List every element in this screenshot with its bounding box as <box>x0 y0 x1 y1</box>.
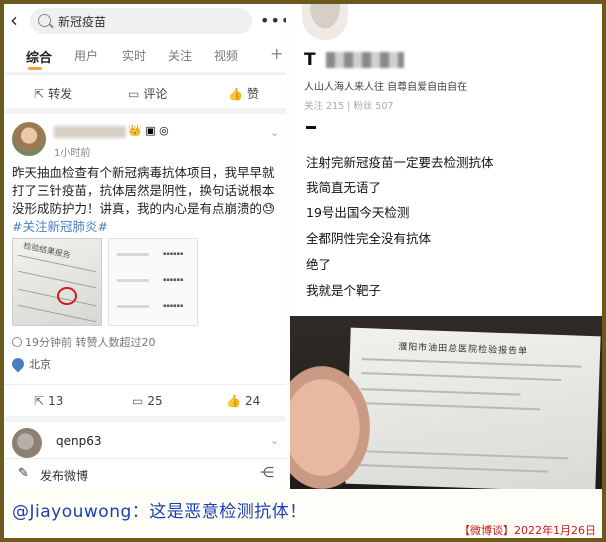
search-tabs: 综合 用户 实时 关注 视频 + <box>4 38 286 72</box>
username-blurred[interactable] <box>54 126 126 138</box>
divider <box>17 270 97 289</box>
tab-users[interactable]: 用户 <box>74 47 98 64</box>
more-options-icon[interactable]: ••• <box>260 11 286 30</box>
location[interactable]: 北京 <box>9 355 51 373</box>
report-row <box>360 388 521 396</box>
post-line: 全都阴性完全没有抗体 <box>306 231 432 246</box>
comment-label: 评论 <box>143 87 168 101</box>
emoji-icon: 😓 <box>262 201 276 216</box>
search-bar: ‹ 新冠疫苗 ••• <box>4 4 286 38</box>
clock-icon <box>12 337 22 347</box>
post-meta: 19分钟前 转赞人数超过20 <box>12 334 156 350</box>
previous-post-actions: ⇱ 转发 ▭ 评论 👍 赞 <box>4 74 286 108</box>
hashtag-link[interactable]: #关注新冠肺炎# <box>12 219 108 234</box>
blurred-line <box>117 305 149 308</box>
like-label: 赞 <box>246 87 259 101</box>
report-row <box>357 464 548 473</box>
report-text-block: ▪▪▪▪▪▪ <box>163 277 184 283</box>
repost-button[interactable]: ⇱ 13 <box>34 394 63 408</box>
follow-stats: 关注 215 | 粉丝 507 <box>304 101 394 112</box>
avatar[interactable] <box>12 122 46 156</box>
back-arrow-icon[interactable]: ‹ <box>10 10 26 30</box>
report-row <box>360 402 541 411</box>
search-query: 新冠疫苗 <box>58 15 107 29</box>
tab-following[interactable]: 关注 <box>168 47 192 64</box>
collage: ‹ 新冠疫苗 ••• 综合 用户 实时 关注 视频 + ⇱转发 ▭评论 👍赞 👑… <box>4 4 602 538</box>
repost-count: 13 <box>48 394 64 408</box>
like-button[interactable]: 👍 赞 <box>228 85 259 102</box>
share-icon[interactable]: ⋲ <box>260 465 274 481</box>
compose-button[interactable]: 发布微博 <box>40 467 88 484</box>
comment-button[interactable]: ▭ 25 <box>132 394 163 408</box>
username[interactable]: qenp63 <box>56 434 102 448</box>
bottom-bar: ✎ 发布微博 ⋲ <box>4 458 286 489</box>
comment-icon: ▭ <box>128 87 140 101</box>
caption-text: @Jiayouwong：这是恶意检测抗体！ <box>12 502 307 522</box>
dash-mark <box>306 126 316 129</box>
chevron-down-icon[interactable]: ⌄ <box>270 126 279 139</box>
image-frame: ‹ 新冠疫苗 ••• 综合 用户 实时 关注 视频 + ⇱转发 ▭评论 👍赞 👑… <box>0 0 606 542</box>
caption-bar: @Jiayouwong：这是恶意检测抗体！ 【微博谈】2022年1月26日 <box>4 489 602 538</box>
user-badges-icon: 👑 ▣ ◎ <box>128 124 169 137</box>
report-row <box>361 358 582 368</box>
repost-icon: ⇱ <box>34 87 45 101</box>
post-line: 注射完新冠疫苗一定要去检测抗体 <box>306 155 494 170</box>
post-body: 昨天抽血检查有个新冠病毒抗体项目，我早早就打了三针疫苗，抗体居然是阴性，换句话说… <box>12 165 275 216</box>
post-image-2[interactable]: ▪▪▪▪▪▪ ▪▪▪▪▪▪ ▪▪▪▪▪▪ <box>108 238 198 326</box>
location-pin-icon <box>9 355 27 373</box>
tab-comprehensive[interactable]: 综合 <box>26 47 52 66</box>
post-meta-text: 19分钟前 转赞人数超过20 <box>25 336 156 349</box>
post-actions: ⇱ 13 ▭ 25 👍 24 <box>4 384 286 416</box>
avatar[interactable] <box>12 428 42 458</box>
blurred-line <box>117 279 149 282</box>
location-text: 北京 <box>29 358 51 371</box>
lab-report-paper: 濮阳市油田总医院检验报告单 <box>345 327 601 489</box>
avatar[interactable] <box>302 4 348 40</box>
left-screenshot: ‹ 新冠疫苗 ••• 综合 用户 实时 关注 视频 + ⇱转发 ▭评论 👍赞 👑… <box>4 4 286 489</box>
tab-realtime[interactable]: 实时 <box>122 47 146 64</box>
thumbs-up-icon: 👍 <box>228 87 243 101</box>
compose-icon[interactable]: ✎ <box>18 466 29 481</box>
report-photo[interactable]: 濮阳市油田总医院检验报告单 <box>290 316 602 489</box>
report-header: 濮阳市油田总医院检验报告单 <box>397 342 529 357</box>
post-line: 绝了 <box>306 257 332 272</box>
post-text: 昨天抽血检查有个新冠病毒抗体项目，我早早就打了三针疫苗，抗体居然是阴性，换句话说… <box>12 164 278 236</box>
comment-icon: ▭ <box>132 394 144 408</box>
username-initial: T <box>304 50 316 70</box>
search-input[interactable]: 新冠疫苗 <box>30 8 252 34</box>
thumbs-up-icon: 👍 <box>226 394 241 408</box>
like-count: 24 <box>244 394 261 408</box>
name-mosaic <box>326 52 404 68</box>
post-image-1[interactable]: 检验结果报告 <box>12 238 102 326</box>
report-row <box>358 450 569 460</box>
repost-label: 转发 <box>48 87 73 101</box>
next-post: qenp63 ⌄ <box>4 422 286 458</box>
repost-icon: ⇱ <box>34 394 45 408</box>
post-time: 1小时前 <box>54 148 91 159</box>
active-tab-indicator <box>28 67 42 70</box>
comment-count: 25 <box>147 394 163 408</box>
comment-button[interactable]: ▭ 评论 <box>128 85 167 102</box>
post-line: 19号出国今天检测 <box>306 205 410 220</box>
tab-video[interactable]: 视频 <box>214 47 238 64</box>
post-line: 我就是个靶子 <box>306 283 382 298</box>
chevron-down-icon[interactable]: ⌄ <box>270 434 279 447</box>
report-text-block: ▪▪▪▪▪▪ <box>163 251 184 257</box>
hand-holding-report <box>290 366 370 489</box>
report-row <box>361 372 562 382</box>
report-text-block: ▪▪▪▪▪▪ <box>163 303 184 309</box>
username-blurred: T <box>304 50 404 70</box>
post-line: 我简直无语了 <box>306 180 382 195</box>
search-icon <box>38 14 51 27</box>
source-credit: 【微博谈】2022年1月26日 <box>459 524 596 537</box>
repost-button[interactable]: ⇱ 转发 <box>34 85 72 102</box>
user-bio: 人山人海人来人往 自尊自爱自由自在 <box>304 82 468 93</box>
blurred-line <box>117 253 149 256</box>
like-button[interactable]: 👍 24 <box>226 394 260 408</box>
add-tab-icon[interactable]: + <box>270 44 283 63</box>
red-circle-highlight <box>57 287 77 305</box>
right-screenshot: T 人山人海人来人往 自尊自爱自由自在 关注 215 | 粉丝 507 注射完新… <box>290 4 602 489</box>
weibo-post: 👑 ▣ ◎ 1小时前 ⌄ 昨天抽血检查有个新冠病毒抗体项目，我早早就打了三针疫苗… <box>4 114 286 416</box>
divider <box>17 304 97 323</box>
